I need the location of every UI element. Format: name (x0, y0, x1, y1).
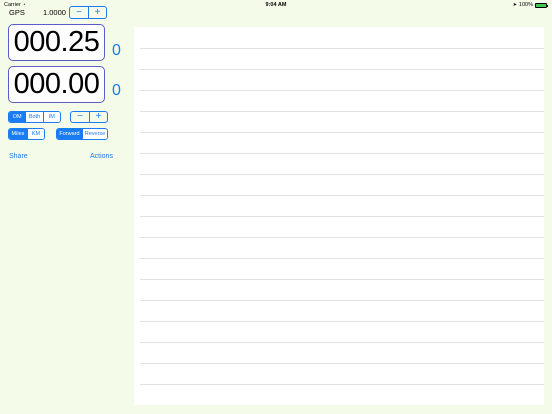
log-row-divider (140, 69, 544, 70)
log-row-divider (140, 195, 544, 196)
log-row-divider (140, 279, 544, 280)
log-row-divider (140, 90, 544, 91)
direction-selector: Forward Reverse (56, 128, 108, 140)
odometer-primary[interactable]: 000.25 (8, 24, 105, 61)
log-row-divider (140, 258, 544, 259)
log-row-divider (140, 216, 544, 217)
log-row-divider (140, 174, 544, 175)
unit-option-km[interactable]: KM (26, 129, 44, 139)
log-panel[interactable] (134, 27, 544, 405)
mode-decrement-button[interactable]: − (71, 112, 89, 122)
mode-increment-button[interactable]: + (89, 112, 107, 122)
log-row-divider (140, 321, 544, 322)
gps-stepper: − + (69, 6, 107, 19)
direction-option-reverse[interactable]: Reverse (81, 129, 107, 139)
log-row-divider (140, 363, 544, 364)
battery-icon (535, 2, 548, 8)
mode-option-both[interactable]: Both (25, 112, 43, 122)
location-arrow-icon: ➤ (512, 2, 517, 8)
gps-increment-button[interactable]: + (88, 7, 106, 18)
log-row-divider (140, 132, 544, 133)
mode-option-im[interactable]: IM (42, 112, 60, 122)
odometer-secondary-count: 0 (112, 82, 121, 99)
battery-percent: 100% (518, 2, 533, 8)
unit-selector: Miles KM (8, 128, 45, 140)
mode-selector: OM Both IM (8, 111, 61, 123)
log-row-divider (140, 237, 544, 238)
mode-option-om[interactable]: OM (9, 112, 26, 122)
status-right: ➤ 100% (512, 0, 548, 10)
odometer-secondary[interactable]: 000.00 (8, 66, 105, 103)
log-row-divider (140, 111, 544, 112)
share-button[interactable]: Share (9, 153, 28, 160)
actions-button[interactable]: Actions (90, 153, 113, 160)
log-row-divider (140, 342, 544, 343)
mode-stepper: − + (70, 111, 108, 123)
unit-option-miles[interactable]: Miles (9, 129, 27, 139)
gps-value: 1.0000 (43, 8, 66, 17)
gps-label: GPS (9, 8, 25, 17)
log-row-divider (140, 48, 544, 49)
log-row-divider (140, 153, 544, 154)
log-row-divider (140, 300, 544, 301)
odometer-primary-count: 0 (112, 42, 121, 59)
gps-decrement-button[interactable]: − (70, 7, 88, 18)
log-row-divider (140, 384, 544, 385)
direction-option-forward[interactable]: Forward (57, 129, 82, 139)
